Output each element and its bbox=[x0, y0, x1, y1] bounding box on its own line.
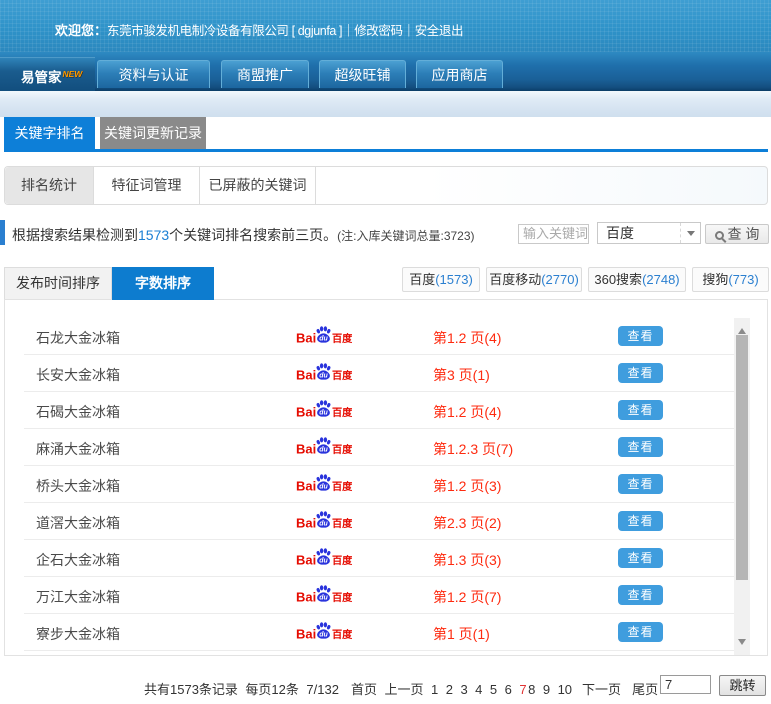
svg-text:百度: 百度 bbox=[332, 480, 352, 493]
svg-text:Bai: Bai bbox=[296, 331, 316, 346]
svg-text:du: du bbox=[319, 372, 328, 379]
svg-text:Bai: Bai bbox=[296, 479, 316, 494]
svg-text:Bai: Bai bbox=[296, 405, 316, 420]
svg-text:百度: 百度 bbox=[332, 369, 352, 382]
svg-text:Bai: Bai bbox=[296, 590, 316, 605]
svg-text:Bai: Bai bbox=[296, 368, 316, 383]
svg-text:du: du bbox=[319, 557, 328, 564]
svg-text:du: du bbox=[319, 409, 328, 416]
svg-text:百度: 百度 bbox=[332, 443, 352, 456]
svg-text:百度: 百度 bbox=[332, 406, 352, 419]
svg-text:du: du bbox=[319, 631, 328, 638]
svg-text:百度: 百度 bbox=[332, 628, 352, 641]
svg-text:Bai: Bai bbox=[296, 627, 316, 642]
svg-text:du: du bbox=[319, 594, 328, 601]
svg-text:Bai: Bai bbox=[296, 553, 316, 568]
svg-text:du: du bbox=[319, 335, 328, 342]
svg-text:du: du bbox=[319, 446, 328, 453]
svg-text:du: du bbox=[319, 520, 328, 527]
svg-text:Bai: Bai bbox=[296, 516, 316, 531]
svg-text:du: du bbox=[319, 483, 328, 490]
svg-text:百度: 百度 bbox=[332, 591, 352, 604]
svg-text:Bai: Bai bbox=[296, 442, 316, 457]
svg-text:百度: 百度 bbox=[332, 332, 352, 345]
svg-text:百度: 百度 bbox=[332, 517, 352, 530]
svg-text:百度: 百度 bbox=[332, 554, 352, 567]
